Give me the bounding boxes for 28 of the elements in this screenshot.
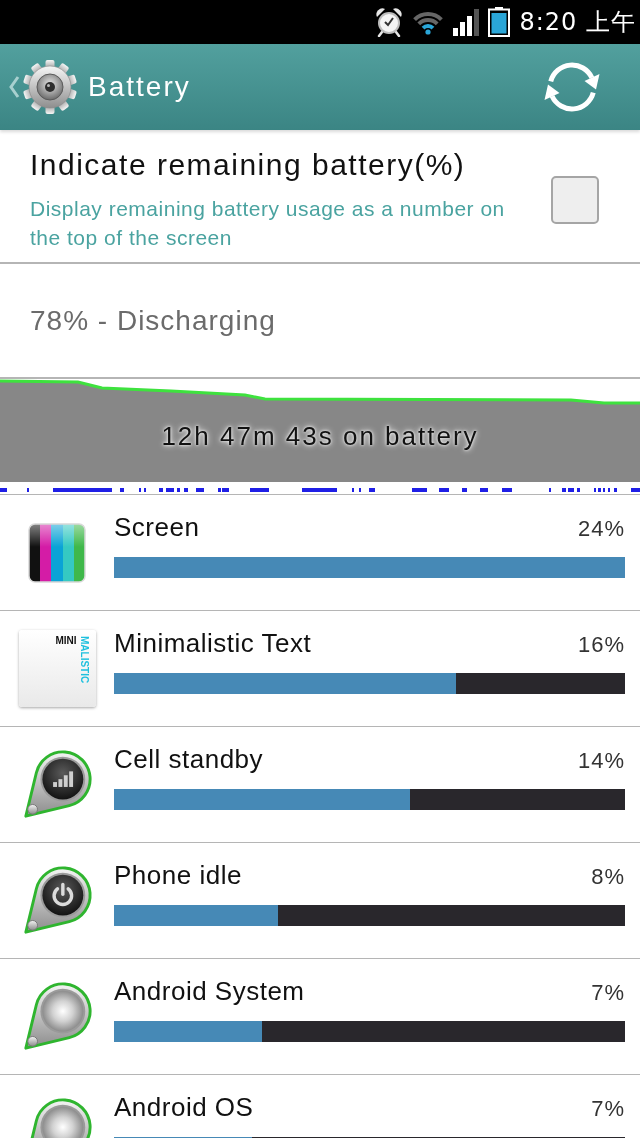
usage-name: Android System xyxy=(114,976,305,1007)
usage-percent: 7% xyxy=(591,980,625,1006)
battery-duration-text: 12h 47m 43s on battery xyxy=(161,421,479,452)
setting-title: Indicate remaining battery(%) xyxy=(30,148,467,182)
usage-name: Android OS xyxy=(114,1092,254,1123)
signal-bars-icon xyxy=(453,8,480,36)
gear-icon[interactable] xyxy=(22,59,78,115)
wifi-icon xyxy=(412,9,445,35)
alarm-clock-icon xyxy=(375,7,404,37)
battery-status-text: 78% - Discharging xyxy=(30,304,276,337)
usage-name: Screen xyxy=(114,512,200,543)
usage-name: Cell standby xyxy=(114,744,264,775)
usage-percent: 24% xyxy=(577,516,625,542)
screen-title: Battery xyxy=(88,71,191,103)
back-chevron-icon[interactable] xyxy=(8,75,20,99)
battery-icon xyxy=(488,7,511,37)
logo-text: MINI xyxy=(55,636,77,646)
usage-percent: 8% xyxy=(591,864,625,890)
clock-time: 8:20 上午 xyxy=(519,7,636,38)
checkbox[interactable] xyxy=(551,176,599,224)
usage-percent: 7% xyxy=(591,1096,625,1122)
usage-name: Phone idle xyxy=(114,860,242,891)
usage-name: Minimalistic Text xyxy=(114,628,312,659)
color-stripes-icon xyxy=(28,522,86,583)
usage-percent: 14% xyxy=(577,748,625,774)
setting-summary: Display remaining battery usage as a number on the top of the screen xyxy=(30,196,506,251)
logo-text: MALISTIC xyxy=(78,636,89,684)
usage-percent: 16% xyxy=(577,632,625,658)
